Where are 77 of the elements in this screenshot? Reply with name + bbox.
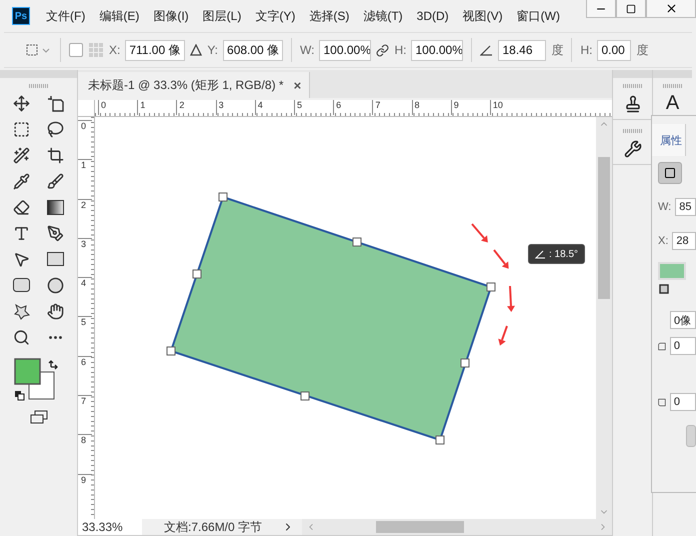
menu-item[interactable]: 视图(V) (462, 8, 503, 24)
corner-radius-field[interactable]: 0 (670, 393, 696, 411)
maximize-icon (626, 4, 636, 14)
skew-unit: 度 (636, 42, 648, 58)
checkbox[interactable] (69, 43, 83, 57)
menu-item[interactable]: 窗口(W) (516, 8, 560, 24)
arrow (507, 286, 515, 312)
close-button[interactable] (646, 0, 696, 18)
ruler-number: 1 (137, 100, 176, 115)
angle-field[interactable]: 18.46 (498, 40, 546, 60)
document-tab[interactable]: 未标题-1 @ 33.3% (矩形 1, RGB/8) * × (78, 72, 310, 98)
ruler-number: 5 (294, 100, 334, 115)
menu-item[interactable]: 编辑(E) (99, 8, 140, 24)
x-label: X: (109, 43, 120, 57)
delta-icon[interactable] (190, 44, 202, 56)
w-label: W: (658, 201, 672, 213)
character-panel-button[interactable]: A (666, 92, 680, 115)
arrow (471, 223, 488, 243)
menu-item[interactable]: 图层(L) (202, 8, 242, 24)
y-field[interactable]: 608.00 像 (223, 40, 284, 60)
ruler-number: 9 (450, 100, 490, 115)
skew-field[interactable]: 0.00 (597, 40, 632, 60)
ruler-number: 6 (333, 100, 372, 115)
maximize-button[interactable] (616, 0, 646, 18)
ruler-number: 10 (490, 100, 530, 115)
x-field[interactable]: 28 (672, 232, 696, 250)
menu-item[interactable]: 文字(Y) (255, 8, 296, 24)
tab-close-button[interactable]: × (294, 78, 302, 92)
close-icon (664, 2, 678, 15)
corner-radius-field[interactable]: 0 (670, 337, 696, 355)
ruler-number: 3 (216, 100, 255, 115)
ruler-number: 7 (78, 395, 92, 434)
menu-item[interactable]: 选择(S) (309, 8, 350, 24)
zoom-level[interactable]: 33.33% (78, 519, 142, 535)
properties-tab[interactable]: 属性 (652, 124, 686, 156)
menu-item[interactable]: 文件(F) (46, 8, 86, 24)
arrow (493, 249, 509, 269)
document-info: 文档:7.66M/0 字节 (163, 518, 264, 536)
ruler-number: 8 (412, 100, 451, 115)
height-field[interactable]: 100.00% (411, 40, 464, 60)
fill-swatch[interactable] (658, 262, 686, 280)
ruler-number: 4 (254, 100, 294, 115)
h-label: H: (394, 43, 406, 57)
ruler-number: 3 (78, 238, 92, 278)
transform-icon[interactable] (658, 162, 682, 184)
menu-item[interactable]: 图像(I) (153, 8, 189, 24)
ruler-number: 5 (78, 316, 92, 356)
stroke-align-icon[interactable] (658, 283, 670, 295)
transform-tool-icon[interactable] (24, 42, 52, 58)
ruler-number: 0 (98, 100, 138, 115)
ruler-number: 2 (78, 198, 92, 238)
rotated-rectangle-drawing[interactable] (166, 192, 496, 444)
w-label: W: (300, 43, 314, 57)
size-field[interactable]: 0像 (670, 311, 696, 329)
ruler-number: 2 (176, 100, 216, 115)
tooltip-text: : 18.5° (549, 248, 578, 260)
x-field[interactable]: 711.00 像 (125, 40, 186, 60)
ruler-number: 6 (78, 356, 92, 396)
y-label: Y: (207, 43, 218, 57)
link-icon[interactable] (376, 44, 390, 56)
angle-icon (535, 250, 546, 258)
arrow (498, 326, 508, 346)
width-field[interactable]: 100.00% (319, 40, 372, 60)
ruler-number: 0 (78, 120, 92, 160)
ruler-number: 7 (372, 100, 412, 115)
ruler-number: 8 (78, 434, 92, 474)
width-field[interactable]: 85 (675, 198, 696, 216)
ruler-number: 4 (78, 277, 92, 316)
angle-icon (480, 44, 494, 56)
angle-unit: 度 (551, 42, 564, 58)
menu-item[interactable]: 3D(D) (416, 9, 449, 23)
menu-item[interactable]: 滤镜(T) (363, 8, 403, 24)
app-logo: Ps (12, 7, 30, 25)
x-label: X: (658, 235, 668, 247)
ruler-number: 9 (78, 474, 92, 513)
skew-label: H: (580, 43, 592, 57)
ruler-number: 1 (78, 159, 92, 199)
